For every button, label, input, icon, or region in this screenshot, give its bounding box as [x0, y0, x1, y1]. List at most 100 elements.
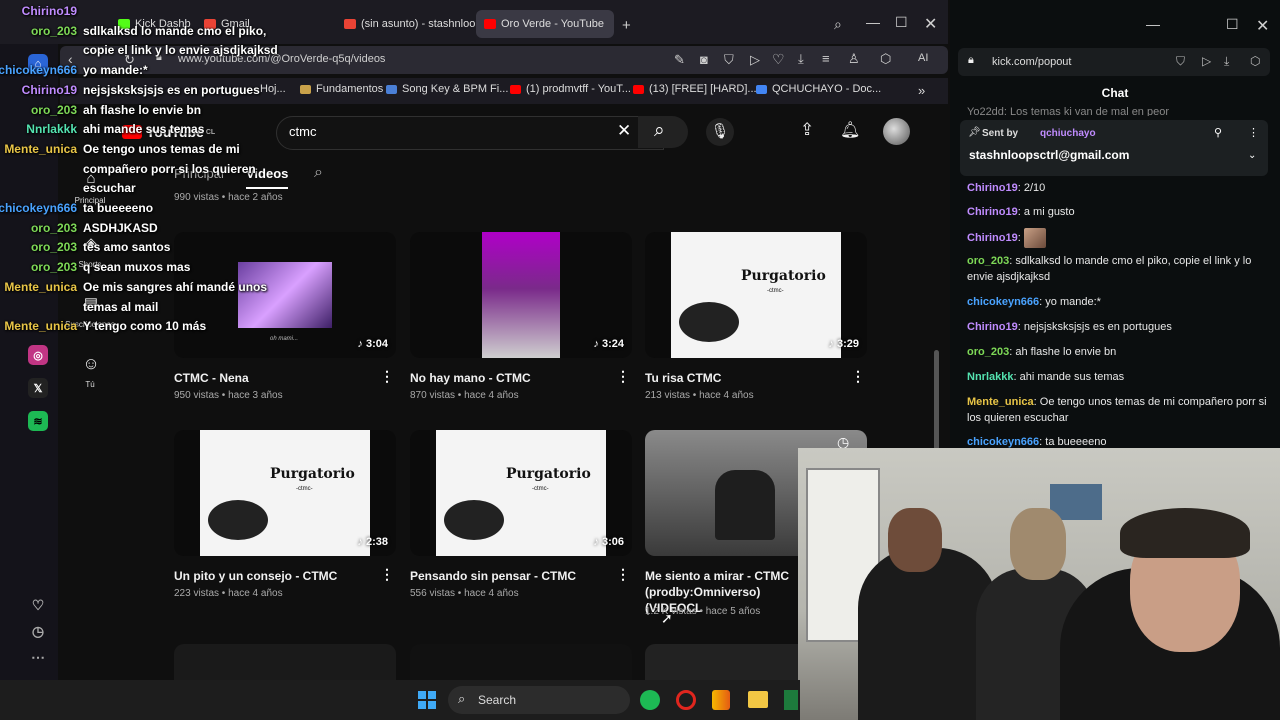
close-window-icon[interactable]: ✕ — [1256, 16, 1269, 36]
chat-username[interactable]: Chirino19 — [967, 232, 1018, 244]
app-taskbar-icon[interactable] — [712, 690, 730, 710]
video-card[interactable]: Purgatorio -ctmc- ♪ 2:38 Un pito y un co… — [174, 430, 396, 599]
chat-username[interactable]: Nnrlakkk — [967, 371, 1013, 383]
chat-username[interactable]: chicokeyn666 — [967, 296, 1039, 308]
opera-taskbar-icon[interactable] — [676, 690, 696, 710]
play-icon[interactable]: ▷ — [1202, 54, 1211, 68]
clear-search-icon[interactable]: ✕ — [617, 121, 631, 141]
minimize-icon[interactable]: — — [866, 14, 880, 30]
video-options-icon[interactable]: ⋮ — [616, 566, 630, 583]
unpin-icon[interactable]: ⚲ — [1214, 126, 1222, 139]
video-title[interactable]: CTMC - Nena — [174, 370, 374, 386]
you-nav-icon[interactable]: ☺ — [80, 354, 102, 374]
download-icon[interactable]: ⤓ — [798, 51, 804, 67]
excel-icon[interactable] — [784, 690, 798, 710]
tab-youtube[interactable]: Oro Verde - YouTube — [476, 10, 614, 38]
scrollbar-thumb[interactable] — [934, 350, 939, 450]
overlay-chat-username: chicokeyn666 — [0, 201, 77, 215]
tab-gmail-draft[interactable]: (sin asunto) - stashnloopsctrl — [336, 10, 476, 38]
ai-button[interactable]: AI — [918, 52, 928, 64]
more-bookmarks-icon[interactable]: » — [918, 83, 925, 98]
download-icon[interactable]: ⤓ — [1224, 54, 1229, 69]
camera-icon[interactable]: ◙ — [700, 52, 708, 67]
video-options-icon[interactable]: ⋮ — [380, 368, 394, 385]
video-thumbnail[interactable]: Purgatorio -ctmc- ♪ 3:06 — [410, 430, 632, 556]
play-icon[interactable]: ▷ — [750, 52, 760, 68]
thumbnail-art: Purgatorio -ctmc- — [671, 232, 841, 358]
search-button[interactable]: ⌕ — [638, 116, 688, 148]
new-tab-icon[interactable]: + — [622, 17, 631, 34]
heart-outline-icon[interactable]: ♡ — [772, 51, 785, 68]
video-options-icon[interactable]: ⋮ — [616, 368, 630, 385]
bookmark-item[interactable]: QCHUCHAYO - Doc... — [756, 83, 881, 95]
video-duration: ♪ 3:29 — [828, 338, 859, 350]
heart-icon[interactable]: ♡ — [28, 595, 48, 615]
chat-message-partial: Yo22dd: Los temas ki van de mal en peor — [967, 106, 1170, 116]
video-card[interactable]: Purgatorio -ctmc- ♪ 3:29 Tu risa CTMC 21… — [645, 232, 867, 401]
youtube-favicon-icon — [510, 84, 521, 94]
video-card[interactable]: Purgatorio -ctmc- ♪ 3:06 Pensando sin pe… — [410, 430, 632, 599]
chat-text: yo mande:* — [1045, 296, 1101, 308]
chevron-down-icon[interactable]: ⌄ — [1248, 150, 1256, 161]
video-duration: ♪ 3:24 — [593, 338, 624, 350]
chat-username[interactable]: Chirino19 — [967, 182, 1018, 194]
menu-icon[interactable]: ≡ — [822, 51, 830, 66]
bookmark-item[interactable]: Song Key & BPM Fi... — [386, 83, 508, 95]
channel-search-icon[interactable]: ⌕ — [314, 164, 323, 182]
taskbar-search[interactable]: ⌕ Search — [448, 686, 630, 714]
extensions-icon[interactable]: ⬡ — [1250, 54, 1260, 68]
chat-username[interactable]: chicokeyn666 — [967, 436, 1039, 448]
bookmark-item[interactable]: Fundamentos — [300, 83, 383, 95]
edit-icon[interactable]: ✎ — [674, 52, 685, 68]
video-title[interactable]: Un pito y un consejo - CTMC — [174, 568, 374, 584]
profile-icon[interactable]: ♙ — [848, 51, 860, 67]
file-explorer-icon[interactable] — [748, 691, 768, 708]
video-title[interactable]: Pensando sin pensar - CTMC — [410, 568, 610, 584]
avatar[interactable] — [883, 118, 910, 145]
chat-message: oro_203: ah flashe lo envie bn — [967, 346, 1117, 358]
chat-message: Chirino19: 2/10 — [967, 182, 1046, 194]
create-upload-icon[interactable]: ⇪ — [800, 120, 814, 140]
search-tabs-icon[interactable]: ⌕ — [834, 16, 842, 33]
search-input[interactable]: ctmc ✕ — [276, 116, 664, 150]
video-duration: ♪ 3:04 — [357, 338, 388, 350]
video-thumbnail-partial[interactable] — [174, 644, 396, 680]
spotify-taskbar-icon[interactable] — [640, 690, 660, 710]
chat-username[interactable]: oro_203 — [967, 255, 1009, 267]
more-options-icon[interactable]: ⋮ — [1248, 126, 1259, 139]
more-icon[interactable]: ⋯ — [28, 647, 48, 667]
nav-label-you[interactable]: Tú — [70, 380, 110, 389]
chat-username[interactable]: Mente_unica — [967, 396, 1034, 408]
video-thumbnail[interactable]: Purgatorio -ctmc- ♪ 2:38 — [174, 430, 396, 556]
video-card[interactable]: ♪ 3:24 No hay mano - CTMC 870 vistas • h… — [410, 232, 632, 401]
maximize-icon[interactable]: ☐ — [1226, 16, 1239, 33]
chat-username[interactable]: oro_203 — [967, 346, 1009, 358]
bookmark-item[interactable]: (1) prodmvtff - YouT... — [510, 83, 631, 95]
history-icon[interactable]: ◷ — [28, 621, 48, 641]
maximize-icon[interactable]: ☐ — [895, 14, 908, 31]
notifications-bell-icon[interactable]: 🔔︎ — [840, 120, 860, 140]
chat-username[interactable]: Chirino19 — [967, 321, 1018, 333]
shield-icon[interactable]: ⛉ — [1176, 54, 1185, 69]
close-window-icon[interactable]: ✕ — [924, 14, 937, 34]
extensions-icon[interactable]: ⬡ — [880, 51, 891, 67]
video-title[interactable]: Tu risa CTMC — [645, 370, 845, 386]
video-thumbnail-partial[interactable] — [410, 644, 632, 680]
instagram-icon[interactable]: ◎ — [28, 345, 48, 365]
video-title[interactable]: No hay mano - CTMC — [410, 370, 610, 386]
shield-icon[interactable]: ⛉ — [724, 52, 734, 68]
spotify-icon[interactable]: ≋ — [28, 411, 48, 431]
overlay-chat-username: chicokeyn666 — [0, 63, 77, 78]
minimize-icon[interactable]: — — [1146, 16, 1160, 32]
overlay-chat-message: nejsjsksksjsjs es en portugues — [83, 82, 260, 97]
video-thumbnail[interactable]: ♪ 3:24 — [410, 232, 632, 358]
microphone-icon[interactable]: 🎙︎ — [706, 118, 734, 146]
video-thumbnail[interactable]: Purgatorio -ctmc- ♪ 3:29 — [645, 232, 867, 358]
video-options-icon[interactable]: ⋮ — [851, 368, 865, 385]
bookmark-item[interactable]: (13) [FREE] [HARD]... — [633, 83, 757, 95]
kick-address-bar[interactable]: 🔒︎ kick.com/popout ⛉ ▷ ⤓ ⬡ — [958, 48, 1270, 76]
windows-start-icon[interactable] — [418, 691, 436, 709]
x-twitter-icon[interactable]: 𝕏 — [28, 378, 48, 398]
video-options-icon[interactable]: ⋮ — [380, 566, 394, 583]
chat-username[interactable]: Chirino19 — [967, 206, 1018, 218]
